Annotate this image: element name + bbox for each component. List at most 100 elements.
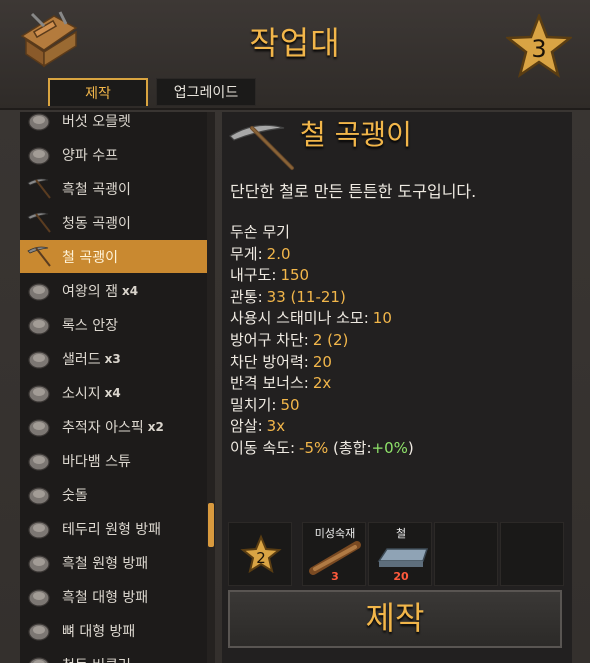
required-level-slot: 2 [228, 522, 292, 586]
stat-total-suffix: ) [407, 438, 414, 457]
round-shield-icon [28, 520, 50, 539]
stat-value: 33 (11-21) [266, 287, 346, 306]
crafting-panel: 작업대 3 제작 업그레이드 버섯 오믈렛 양파 수프 흑철 곡괭이 청동 곡괭이 철 … [0, 0, 590, 663]
stat-value: 2.0 [266, 244, 291, 263]
recipe-list-item[interactable]: 숫돌 [20, 478, 208, 511]
stat-value: -5% [299, 438, 329, 457]
pickaxe-icon [27, 246, 51, 267]
recipe-list-item[interactable]: 록스 안장 [20, 308, 208, 341]
item-name: 철 곡괭이 [300, 118, 412, 151]
saddle-icon [28, 316, 50, 335]
recipe-list-item[interactable]: 청동 버클러 [20, 648, 208, 663]
recipe-qty: x4 [121, 283, 139, 298]
stat-label: 이동 속도: [230, 438, 296, 457]
recipe-list[interactable]: 버섯 오믈렛 양파 수프 흑철 곡괭이 청동 곡괭이 철 곡괭이 여왕의 잼 x4 록스 안장… [20, 112, 210, 663]
recipe-list-scrollbar[interactable] [208, 503, 214, 547]
recipe-list-item[interactable]: 여왕의 잼 x4 [20, 274, 208, 307]
recipe-list-item[interactable]: 추적자 아스픽 x2 [20, 410, 208, 443]
pickaxe-icon [27, 212, 51, 233]
recipe-list-item[interactable]: 소시지 x4 [20, 376, 208, 409]
recipe-label: 흑철 대형 방패 [62, 589, 149, 606]
recipe-list-item[interactable]: 테두리 원형 방패 [20, 512, 208, 545]
sausage-icon [28, 384, 50, 403]
station-level: 3 [531, 35, 546, 63]
stat-value: 10 [372, 309, 392, 328]
recipe-label: 양파 수프 [62, 147, 118, 164]
material-slot-empty [434, 522, 498, 586]
required-level-star-icon: 2 [240, 534, 282, 574]
required-level: 2 [256, 549, 266, 567]
tower-shield-icon [28, 622, 50, 641]
recipe-label: 버섯 오믈렛 [62, 113, 131, 130]
pickaxe-icon [27, 178, 51, 199]
station-title: 작업대 [249, 24, 341, 62]
salad-icon [28, 350, 50, 369]
stat-total-value: +0% [371, 438, 408, 457]
tab-upgrade[interactable]: 업그레이드 [156, 78, 256, 106]
recipe-list-item[interactable]: 흑철 대형 방패 [20, 580, 208, 613]
stat-label: 두손 무기 [230, 223, 290, 241]
stat-row: 차단 방어력: 20 [230, 352, 414, 374]
stat-row: 반격 보너스: 2x [230, 373, 414, 395]
recipe-list-scroll-track[interactable] [207, 112, 215, 663]
stat-label: 차단 방어력: [230, 352, 309, 371]
stat-label: 암살: [230, 417, 263, 436]
stat-value: 2 (2) [312, 330, 349, 349]
recipe-list-item[interactable]: 버섯 오믈렛 [20, 112, 208, 137]
recipe-qty: x4 [104, 385, 121, 400]
material-amount: 3 [331, 570, 339, 583]
iron-pickaxe-icon [229, 124, 294, 170]
buckler-icon [28, 656, 50, 663]
omelette-icon [28, 112, 50, 131]
recipe-list-item[interactable]: 양파 수프 [20, 138, 208, 171]
recipe-label: 철 곡괭이 [62, 249, 118, 266]
recipe-list-item[interactable]: 청동 곡괭이 [20, 206, 208, 239]
recipe-list-item[interactable]: 철 곡괭이 [20, 240, 208, 273]
recipe-list-item[interactable]: 샐러드 x3 [20, 342, 208, 375]
round-shield-icon [28, 554, 50, 573]
recipe-label: 테두리 원형 방패 [62, 521, 162, 538]
stat-value: 150 [280, 266, 310, 285]
stat-row: 사용시 스태미나 소모: 10 [230, 308, 414, 330]
material-slot-iron[interactable]: 철 20 [368, 522, 432, 586]
stat-label: 밀치기: [230, 395, 277, 414]
recipe-label: 여왕의 잼 [62, 283, 118, 300]
material-amount: 20 [393, 570, 409, 583]
stat-label: 관통: [230, 287, 263, 306]
stat-row: 내구도: 150 [230, 265, 414, 287]
aspic-icon [28, 418, 50, 437]
stat-label: 사용시 스태미나 소모: [230, 309, 369, 328]
recipe-list-item[interactable]: 뼈 대형 방패 [20, 614, 208, 647]
recipe-label: 바다뱀 스튜 [62, 453, 131, 470]
requirements-row: 2 미성숙재 3 철 20 [228, 522, 564, 586]
recipe-label: 흑철 곡괭이 [62, 181, 131, 198]
recipe-label: 추적자 아스픽 [62, 419, 144, 436]
recipe-list-item[interactable]: 흑철 원형 방패 [20, 546, 208, 579]
recipe-list-item[interactable]: 바다뱀 스튜 [20, 444, 208, 477]
recipe-label: 흑철 원형 방패 [62, 555, 149, 572]
stat-total-prefix: (총합: [333, 438, 372, 457]
stat-row: 밀치기: 50 [230, 395, 414, 417]
recipe-label: 샐러드 [62, 351, 101, 368]
material-slot-wood[interactable]: 미성숙재 3 [302, 522, 366, 586]
tab-craft[interactable]: 제작 [48, 78, 148, 106]
recipe-label: 청동 버클러 [62, 655, 131, 663]
recipe-label: 소시지 [62, 385, 101, 402]
craft-button[interactable]: 제작 [228, 590, 562, 648]
stat-value: 50 [280, 395, 300, 414]
stat-row: 관통: 33 (11-21) [230, 287, 414, 309]
stat-value: 2x [312, 374, 332, 393]
stat-label: 무게: [230, 244, 263, 263]
stat-row: 두손 무기 [230, 222, 414, 244]
whetstone-icon [28, 486, 50, 505]
soup-bowl-icon [28, 146, 50, 165]
recipe-list-item[interactable]: 흑철 곡괭이 [20, 172, 208, 205]
stew-icon [28, 452, 50, 471]
item-stats: 두손 무기 무게: 2.0 내구도: 150 관통: 33 (11-21) 사용시 스태미나 … [230, 222, 414, 460]
stat-row: 무게: 2.0 [230, 244, 414, 266]
recipe-qty: x3 [104, 351, 121, 366]
recipe-label: 청동 곡괭이 [62, 215, 131, 232]
jam-jar-icon [28, 282, 50, 301]
stat-row: 방어구 차단: 2 (2) [230, 330, 414, 352]
station-level-star-icon: 3 [506, 14, 572, 78]
